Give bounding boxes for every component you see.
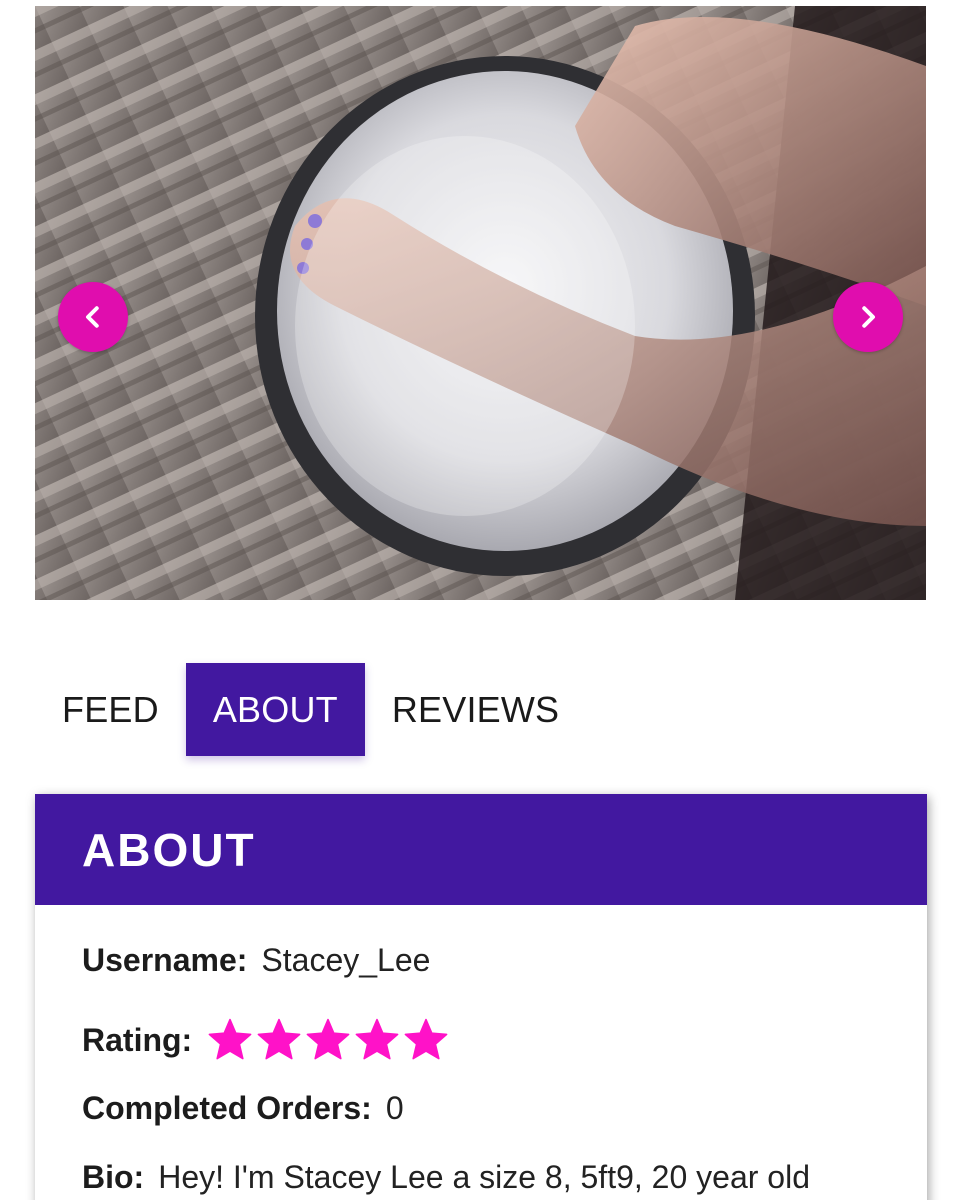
carousel-next-button[interactable] bbox=[833, 282, 903, 352]
rating-label: Rating: bbox=[82, 1021, 193, 1058]
username-value: Stacey_Lee bbox=[261, 942, 431, 978]
tab-feed[interactable]: FEED bbox=[35, 663, 186, 756]
bio-value: Hey! I'm Stacey Lee a size 8, 5ft9, 20 y… bbox=[158, 1159, 810, 1195]
about-title: ABOUT bbox=[82, 823, 256, 876]
star-icon bbox=[402, 1016, 450, 1064]
orders-label: Completed Orders: bbox=[82, 1090, 372, 1126]
profile-page: FEED ABOUT REVIEWS ABOUT Username: Stace… bbox=[0, 0, 960, 1200]
tab-reviews[interactable]: REVIEWS bbox=[365, 663, 586, 756]
username-label: Username: bbox=[82, 942, 248, 978]
about-card-header: ABOUT bbox=[35, 794, 927, 905]
username-row: Username: Stacey_Lee bbox=[82, 942, 430, 979]
bio-row: Bio: Hey! I'm Stacey Lee a size 8, 5ft9,… bbox=[82, 1159, 810, 1196]
about-card: ABOUT Username: Stacey_Lee Rating: Compl… bbox=[35, 794, 927, 1200]
chevron-left-icon bbox=[86, 306, 99, 328]
bio-label: Bio: bbox=[82, 1159, 145, 1195]
chevron-right-icon bbox=[862, 306, 875, 328]
rating-row: Rating: bbox=[82, 1016, 450, 1064]
star-icon bbox=[353, 1016, 401, 1064]
carousel-photo bbox=[35, 6, 926, 600]
rating-stars bbox=[206, 1016, 450, 1064]
profile-tabs: FEED ABOUT REVIEWS bbox=[35, 663, 586, 756]
tab-about[interactable]: ABOUT bbox=[185, 663, 365, 756]
star-icon bbox=[255, 1016, 303, 1064]
star-icon bbox=[304, 1016, 352, 1064]
carousel-prev-button[interactable] bbox=[58, 282, 128, 352]
star-icon bbox=[206, 1016, 254, 1064]
photo-carousel[interactable] bbox=[35, 6, 926, 600]
orders-row: Completed Orders: 0 bbox=[82, 1090, 404, 1127]
orders-value: 0 bbox=[385, 1090, 404, 1126]
